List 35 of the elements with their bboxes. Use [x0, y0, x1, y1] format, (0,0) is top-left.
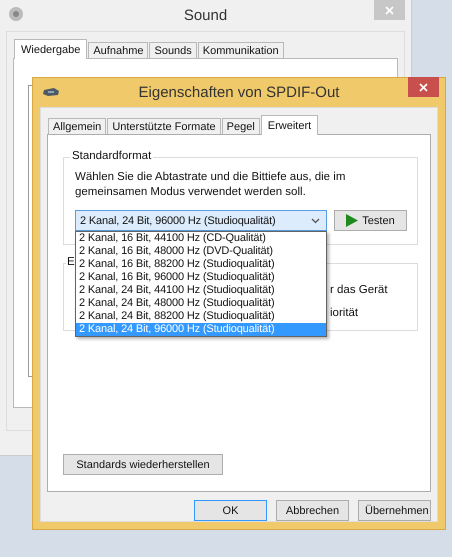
dropdown-option[interactable]: 2 Kanal, 24 Bit, 88200 Hz (Studioqualität) [76, 310, 326, 323]
description-text: Wählen Sie die Abtastrate und die Bittiefe aus, die im gemeinsamen Modus verwendet werden soll. [75, 170, 346, 200]
tab[interactable]: Kommunikation [198, 42, 284, 58]
tab[interactable]: Pegel [222, 118, 260, 134]
dropdown-option[interactable]: 2 Kanal, 24 Bit, 48000 Hz (Studioqualität) [76, 297, 326, 310]
window-title: Sound [184, 6, 228, 24]
dialog-title: Eigenschaften von SPDIF-Out [138, 84, 340, 101]
option-text: iorität [330, 307, 358, 319]
chevron-icon [311, 218, 320, 224]
tab[interactable]: Aufnahme [88, 42, 148, 58]
dropdown-option[interactable]: 2 Kanal, 16 Bit, 44100 Hz (CD-Qualität) [76, 232, 326, 245]
dialog-button[interactable]: Übernehmen [358, 500, 431, 521]
dropdown-option[interactable]: 2 Kanal, 16 Bit, 96000 Hz (Studioqualität) [76, 271, 326, 284]
close-button[interactable] [408, 77, 439, 97]
speaker-icon [8, 6, 24, 22]
tab[interactable]: Wiedergabe [14, 39, 88, 59]
close-icon [385, 6, 394, 14]
restore-defaults-button[interactable]: Standards wiederherstellen [63, 454, 223, 475]
tab[interactable]: Sounds [149, 42, 197, 58]
tab[interactable]: Erweitert [260, 115, 318, 135]
dropdown-option[interactable]: 2 Kanal, 24 Bit, 44100 Hz (Studioqualität) [76, 284, 326, 297]
group-heading: Standardformat [70, 150, 154, 162]
dropdown-option[interactable]: 2 Kanal, 16 Bit, 88200 Hz (Studioqualität) [76, 258, 326, 271]
dialog-button[interactable]: OK [194, 500, 267, 521]
tab[interactable]: Allgemein [48, 118, 106, 134]
format-dropdown[interactable]: 2 Kanal, 24 Bit, 96000 Hz (Studioqualität) [75, 210, 327, 231]
dropdown-option[interactable]: 2 Kanal, 16 Bit, 48000 Hz (DVD-Qualität) [76, 245, 326, 258]
tab[interactable]: Unterstützte Formate [107, 118, 221, 134]
group-heading: E [66, 256, 76, 268]
dialog-button[interactable]: Abbrechen [276, 500, 349, 521]
option-text: r das Gerät [330, 284, 388, 296]
close-icon [419, 82, 428, 92]
play-icon [346, 214, 358, 227]
device-icon [42, 87, 60, 97]
test-button[interactable]: Testen [334, 210, 407, 231]
